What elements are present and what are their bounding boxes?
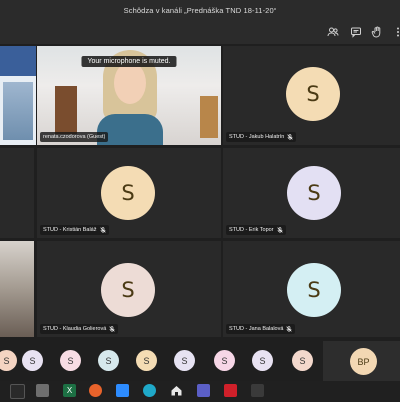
- strip-avatar[interactable]: S: [174, 350, 195, 371]
- strip-avatar[interactable]: S: [60, 350, 81, 371]
- self-view-tile[interactable]: BP: [323, 341, 400, 381]
- participant-avatar: S: [101, 166, 155, 220]
- acrobat-icon[interactable]: [224, 384, 237, 397]
- avatar-initial: S: [306, 82, 320, 106]
- shared-screen-image: [3, 82, 33, 140]
- strip-avatar-initial: S: [67, 355, 74, 366]
- shared-screen-tile[interactable]: [0, 46, 36, 145]
- strip-avatar-initial: S: [105, 355, 112, 366]
- participant-tile[interactable]: S STUD - Erik Topor: [223, 148, 400, 238]
- app-icon-2[interactable]: [251, 384, 264, 397]
- chat-icon[interactable]: [349, 25, 363, 39]
- participant-nameplate: STUD - Klaudia Golierová: [40, 324, 119, 334]
- strip-avatar-initial: S: [181, 355, 188, 366]
- mic-off-icon: [286, 326, 293, 332]
- participant-avatar: S: [287, 263, 341, 317]
- edge-icon[interactable]: [143, 384, 156, 397]
- mic-off-icon: [287, 134, 293, 140]
- strip-avatar[interactable]: S: [214, 350, 235, 371]
- mic-muted-toast: Your microphone is muted.: [81, 56, 177, 67]
- window-title: Schôdza v kanáli „Prednáška TND 18-11-20…: [123, 5, 277, 15]
- shared-screen-banner: [0, 46, 36, 76]
- strip-avatar[interactable]: S: [98, 350, 119, 371]
- video-tile-left-3[interactable]: [0, 241, 34, 337]
- mic-off-icon: [99, 227, 106, 233]
- strip-avatar[interactable]: S: [292, 350, 313, 371]
- zoom-icon[interactable]: [116, 384, 129, 397]
- participants-icon[interactable]: [326, 25, 340, 39]
- presenter-nameplate: renata.czodorova (Guest): [40, 132, 109, 142]
- participant-name: STUD - Jana Balalová: [229, 326, 284, 332]
- participant-name: STUD - Jakub Halatrín: [229, 134, 285, 140]
- firefox-icon[interactable]: [89, 384, 102, 397]
- mic-off-icon: [109, 326, 115, 332]
- strip-avatar[interactable]: S: [252, 350, 273, 371]
- video-tile-left-2[interactable]: [0, 148, 34, 238]
- app-icon[interactable]: [36, 384, 49, 397]
- participant-avatar: S: [101, 263, 155, 317]
- meeting-toolbar: [0, 20, 400, 44]
- strip-avatar-initial: S: [3, 355, 10, 366]
- strip-avatar[interactable]: S: [0, 350, 17, 371]
- presenter-video-tile[interactable]: Your microphone is muted. renata.czodoro…: [37, 46, 221, 145]
- strip-avatar-initial: S: [299, 355, 306, 366]
- participant-tile[interactable]: S STUD - Klaudia Golierová: [37, 241, 221, 337]
- participant-tile[interactable]: S STUD - Jana Balalová: [223, 241, 400, 337]
- participant-tile[interactable]: S STUD - Kristián Baláž: [37, 148, 221, 238]
- participant-strip: SSSSSSSSS: [0, 341, 323, 381]
- participant-tile[interactable]: S STUD - Jakub Halatrín: [223, 46, 400, 145]
- strip-avatar-initial: S: [259, 355, 266, 366]
- more-icon[interactable]: [391, 25, 400, 39]
- presenter-face: [114, 62, 146, 104]
- self-initials: BP: [357, 356, 370, 367]
- participant-nameplate: STUD - Kristián Baláž: [40, 225, 109, 235]
- presenter-name: renata.czodorova (Guest): [43, 134, 106, 140]
- raise-hand-icon[interactable]: [370, 25, 384, 39]
- background-door: [55, 86, 77, 134]
- windows-taskbar: X: [0, 381, 400, 400]
- participant-avatar: S: [287, 166, 341, 220]
- participant-nameplate: STUD - Jana Balalová: [226, 324, 296, 334]
- strip-avatar-initial: S: [143, 355, 150, 366]
- excel-icon[interactable]: X: [63, 384, 76, 397]
- mic-off-icon: [276, 227, 283, 233]
- avatar-initial: S: [121, 278, 135, 302]
- strip-avatar-initial: S: [29, 355, 36, 366]
- participant-name: STUD - Erik Topor: [229, 227, 274, 233]
- strip-avatar[interactable]: S: [22, 350, 43, 371]
- teams-icon[interactable]: [10, 384, 25, 399]
- participant-nameplate: STUD - Erik Topor: [226, 225, 286, 235]
- home-icon[interactable]: [170, 384, 183, 397]
- video-feed: [0, 241, 34, 337]
- participant-name: STUD - Kristián Baláž: [43, 227, 97, 233]
- background-shelf: [200, 96, 218, 138]
- self-avatar: BP: [350, 348, 377, 375]
- participant-nameplate: STUD - Jakub Halatrín: [226, 132, 297, 142]
- avatar-initial: S: [121, 181, 135, 205]
- avatar-initial: S: [307, 181, 321, 205]
- title-bar: Schôdza v kanáli „Prednáška TND 18-11-20…: [0, 0, 400, 20]
- strip-avatar-initial: S: [221, 355, 228, 366]
- participant-name: STUD - Klaudia Golierová: [43, 326, 107, 332]
- strip-avatar[interactable]: S: [136, 350, 157, 371]
- avatar-initial: S: [307, 278, 321, 302]
- participant-avatar: S: [286, 67, 340, 121]
- teams-app-icon[interactable]: [197, 384, 210, 397]
